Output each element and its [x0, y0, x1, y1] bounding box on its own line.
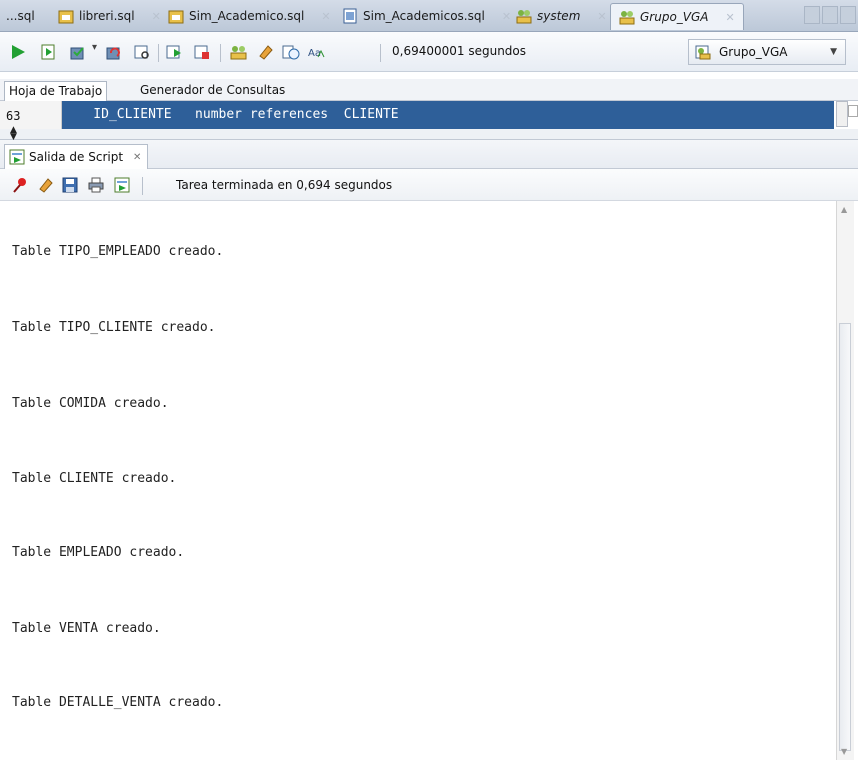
execution-time-readout: 0,69400001 segundos [392, 44, 527, 58]
toolbar-separator [142, 177, 143, 195]
chevron-down-icon: ▼ [830, 47, 837, 57]
open-file-icon[interactable] [114, 177, 130, 193]
close-icon[interactable]: ✕ [726, 11, 735, 24]
script-output-area[interactable]: Table TIPO_EMPLEADO creado. Table TIPO_C… [0, 201, 836, 760]
output-line: Table TIPO_EMPLEADO creado. [12, 244, 224, 259]
db-connection-icon [695, 45, 711, 60]
scroll-up-arrow-icon[interactable]: ▲ [841, 205, 847, 214]
tab-grupo-vga[interactable]: Grupo_VGA ✕ [610, 3, 744, 30]
output-vertical-scrollbar[interactable]: ▲ ▼ [836, 201, 854, 760]
print-icon[interactable] [88, 177, 104, 193]
db-connection-icon [516, 10, 532, 24]
tab-worksheet[interactable]: Hoja de Trabajo [4, 81, 108, 101]
tab-sim-academico-sql[interactable]: Sim_Academico.sql ✕ [168, 4, 331, 28]
output-line: Table EMPLEADO creado. [12, 545, 185, 560]
tab-label: Sim_Academicos.sql [363, 9, 485, 23]
output-line: Table COMIDA creado. [12, 396, 169, 411]
scroll-down-arrow-icon[interactable]: ▼ [841, 747, 847, 756]
task-status-text: Tarea terminada en 0,694 segundos [176, 178, 393, 192]
line-number: 63 [6, 109, 21, 123]
tab-label: libreri.sql [79, 9, 135, 23]
close-icon[interactable]: ✕ [597, 10, 606, 23]
pin-icon[interactable] [12, 177, 28, 193]
toolbar-separator [220, 44, 221, 62]
sql-file-icon [343, 8, 357, 24]
commit-icon[interactable] [70, 44, 88, 60]
connection-select[interactable]: Grupo_VGA ▼ [688, 39, 846, 65]
svg-text:Aa: Aa [308, 48, 321, 59]
explain-plan-icon[interactable] [134, 44, 150, 60]
close-icon[interactable]: ✕ [321, 10, 330, 23]
output-toolbar: Tarea terminada en 0,694 segundos [0, 169, 858, 201]
sql-file-icon [168, 10, 184, 24]
tab-truncated-sql[interactable]: ...sql [6, 4, 35, 28]
worksheet-toolbar: ▾ Aa 0,69400001 segundos Grupo_VGA ▼ [0, 32, 858, 72]
splitter-arrows-icon[interactable]: ▲ ▼ [10, 126, 17, 142]
tab-label: Salida de Script [29, 150, 124, 164]
tab-label: Grupo_VGA [640, 10, 709, 24]
output-line: Table CLIENTE creado. [12, 471, 177, 486]
clear-icon[interactable] [194, 44, 210, 60]
output-tab-strip: Salida de Script ✕ [0, 140, 858, 169]
sql-tuning-icon[interactable] [282, 44, 300, 60]
connection-name: Grupo_VGA [719, 45, 788, 59]
scroll-left-button[interactable] [804, 6, 820, 24]
script-output-icon [9, 149, 25, 165]
editor-corner-box [848, 105, 858, 117]
toolbar-separator [158, 44, 159, 62]
tab-libreri-sql[interactable]: libreri.sql ✕ [58, 4, 161, 28]
sql-history-icon[interactable] [230, 44, 248, 60]
tab-query-builder[interactable]: Generador de Consultas [136, 81, 289, 100]
to-upper-case-icon[interactable]: Aa [308, 44, 326, 60]
rollback-icon[interactable] [106, 44, 124, 60]
autotrace-icon[interactable] [166, 44, 182, 60]
eraser-icon[interactable] [38, 177, 54, 193]
scrollbar-thumb[interactable] [839, 323, 851, 751]
save-icon[interactable] [62, 177, 78, 193]
tab-system[interactable]: system ✕ [516, 4, 607, 28]
document-tab-strip: ...sql libreri.sql ✕ Sim_Academico.sql ✕… [0, 0, 858, 32]
toolbar-separator [380, 44, 381, 62]
close-icon[interactable]: ✕ [133, 152, 141, 163]
editor-subtabs: Hoja de Trabajo Generador de Consultas [0, 79, 858, 101]
tab-label: system [537, 9, 581, 23]
scroll-right-button[interactable] [822, 6, 838, 24]
tab-label: ...sql [6, 9, 35, 23]
tab-list-button[interactable] [840, 6, 856, 24]
run-statement-icon[interactable] [10, 44, 26, 60]
eraser-icon[interactable] [258, 44, 274, 60]
sql-file-icon [58, 10, 74, 24]
chevron-down-icon[interactable]: ▾ [92, 42, 97, 53]
code-line-highlighted[interactable]: ID_CLIENTE number references CLIENTE [62, 101, 834, 129]
run-script-icon[interactable] [40, 44, 56, 60]
close-icon[interactable]: ✕ [502, 10, 511, 23]
panel-splitter[interactable]: ▲ ▼ [0, 126, 858, 142]
window-buttons [804, 6, 856, 24]
output-line: Table TIPO_CLIENTE creado. [12, 320, 216, 335]
output-line: Table VENTA creado. [12, 621, 161, 636]
editor-scrollbar[interactable] [836, 101, 848, 127]
db-connection-icon [619, 11, 635, 25]
sql-editor[interactable]: 63 ID_CLIENTE number references CLIENTE [0, 101, 858, 129]
output-line: Table DETALLE_VENTA creado. [12, 695, 224, 710]
tab-label: Sim_Academico.sql [189, 9, 305, 23]
close-icon[interactable]: ✕ [152, 10, 161, 23]
tab-sim-academicos-sql[interactable]: Sim_Academicos.sql ✕ [342, 4, 511, 28]
tab-script-output[interactable]: Salida de Script ✕ [4, 144, 149, 169]
